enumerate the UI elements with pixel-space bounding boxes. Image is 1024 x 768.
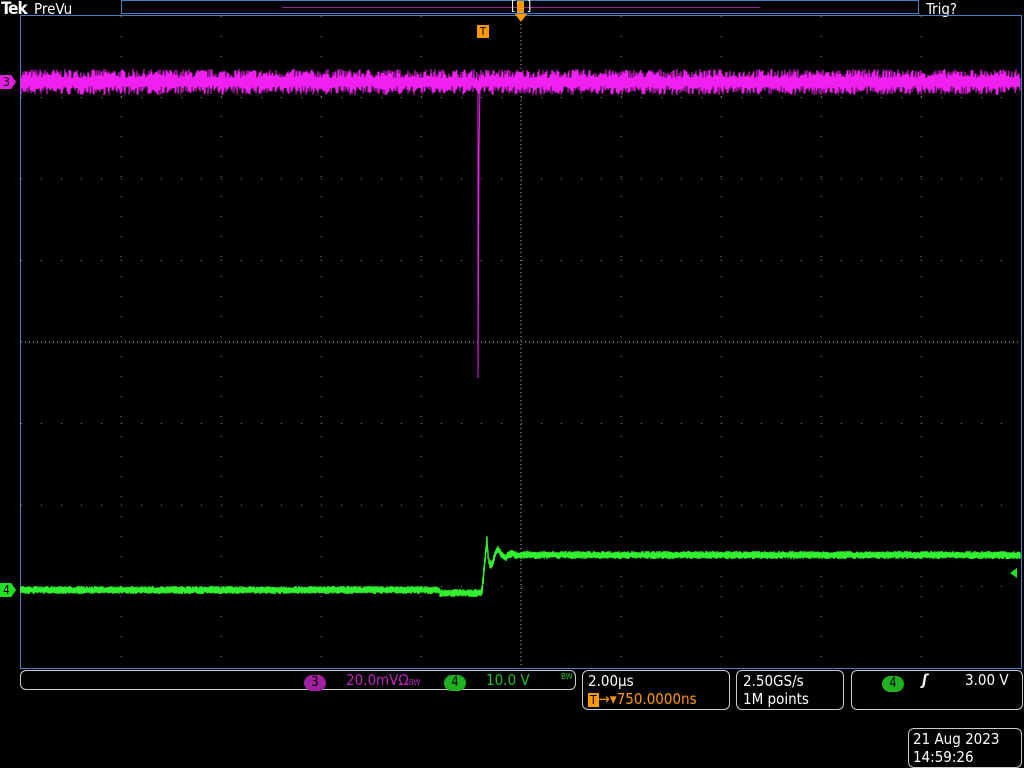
ch3-badge[interactable]: 3 bbox=[304, 675, 326, 691]
expansion-point-icon bbox=[515, 14, 527, 22]
record-length: 1M points bbox=[743, 690, 809, 708]
time: 14:59:26 bbox=[913, 748, 974, 766]
trigger-source-badge: 4 bbox=[882, 676, 904, 692]
channel-readout[interactable]: 3 20.0mVΩBW 4 10.0 V BW bbox=[20, 670, 576, 691]
ch4-scale[interactable]: 10.0 V bbox=[486, 671, 530, 689]
trigger-readout[interactable]: 4 ʃ 3.00 V bbox=[851, 670, 1023, 710]
trigger-level-icon bbox=[1010, 568, 1017, 578]
trigger-level: 3.00 V bbox=[965, 671, 1009, 689]
datetime-readout[interactable]: 21 Aug 2023 14:59:26 bbox=[908, 728, 1022, 768]
time-per-division: 2.00µs bbox=[588, 672, 634, 690]
trigger-position-icon[interactable]: T bbox=[477, 25, 489, 38]
graticule-and-traces bbox=[20, 16, 1021, 668]
ch3-waveform bbox=[20, 68, 1021, 379]
horizontal-readout[interactable]: 2.00µs T →▾750.0000ns bbox=[582, 670, 730, 710]
date: 21 Aug 2023 bbox=[913, 730, 1000, 748]
acquisition-readout[interactable]: 2.50GS/s 1M points bbox=[736, 670, 844, 710]
sample-rate: 2.50GS/s bbox=[743, 672, 804, 690]
ch4-bw-indicator: BW bbox=[561, 672, 573, 681]
ch4-waveform bbox=[20, 536, 1021, 598]
ch4-badge[interactable]: 4 bbox=[444, 675, 466, 691]
ch3-scale[interactable]: 20.0mVΩBW bbox=[346, 671, 421, 689]
trigger-position: T →▾750.0000ns bbox=[588, 690, 697, 708]
rising-edge-icon: ʃ bbox=[922, 671, 928, 689]
